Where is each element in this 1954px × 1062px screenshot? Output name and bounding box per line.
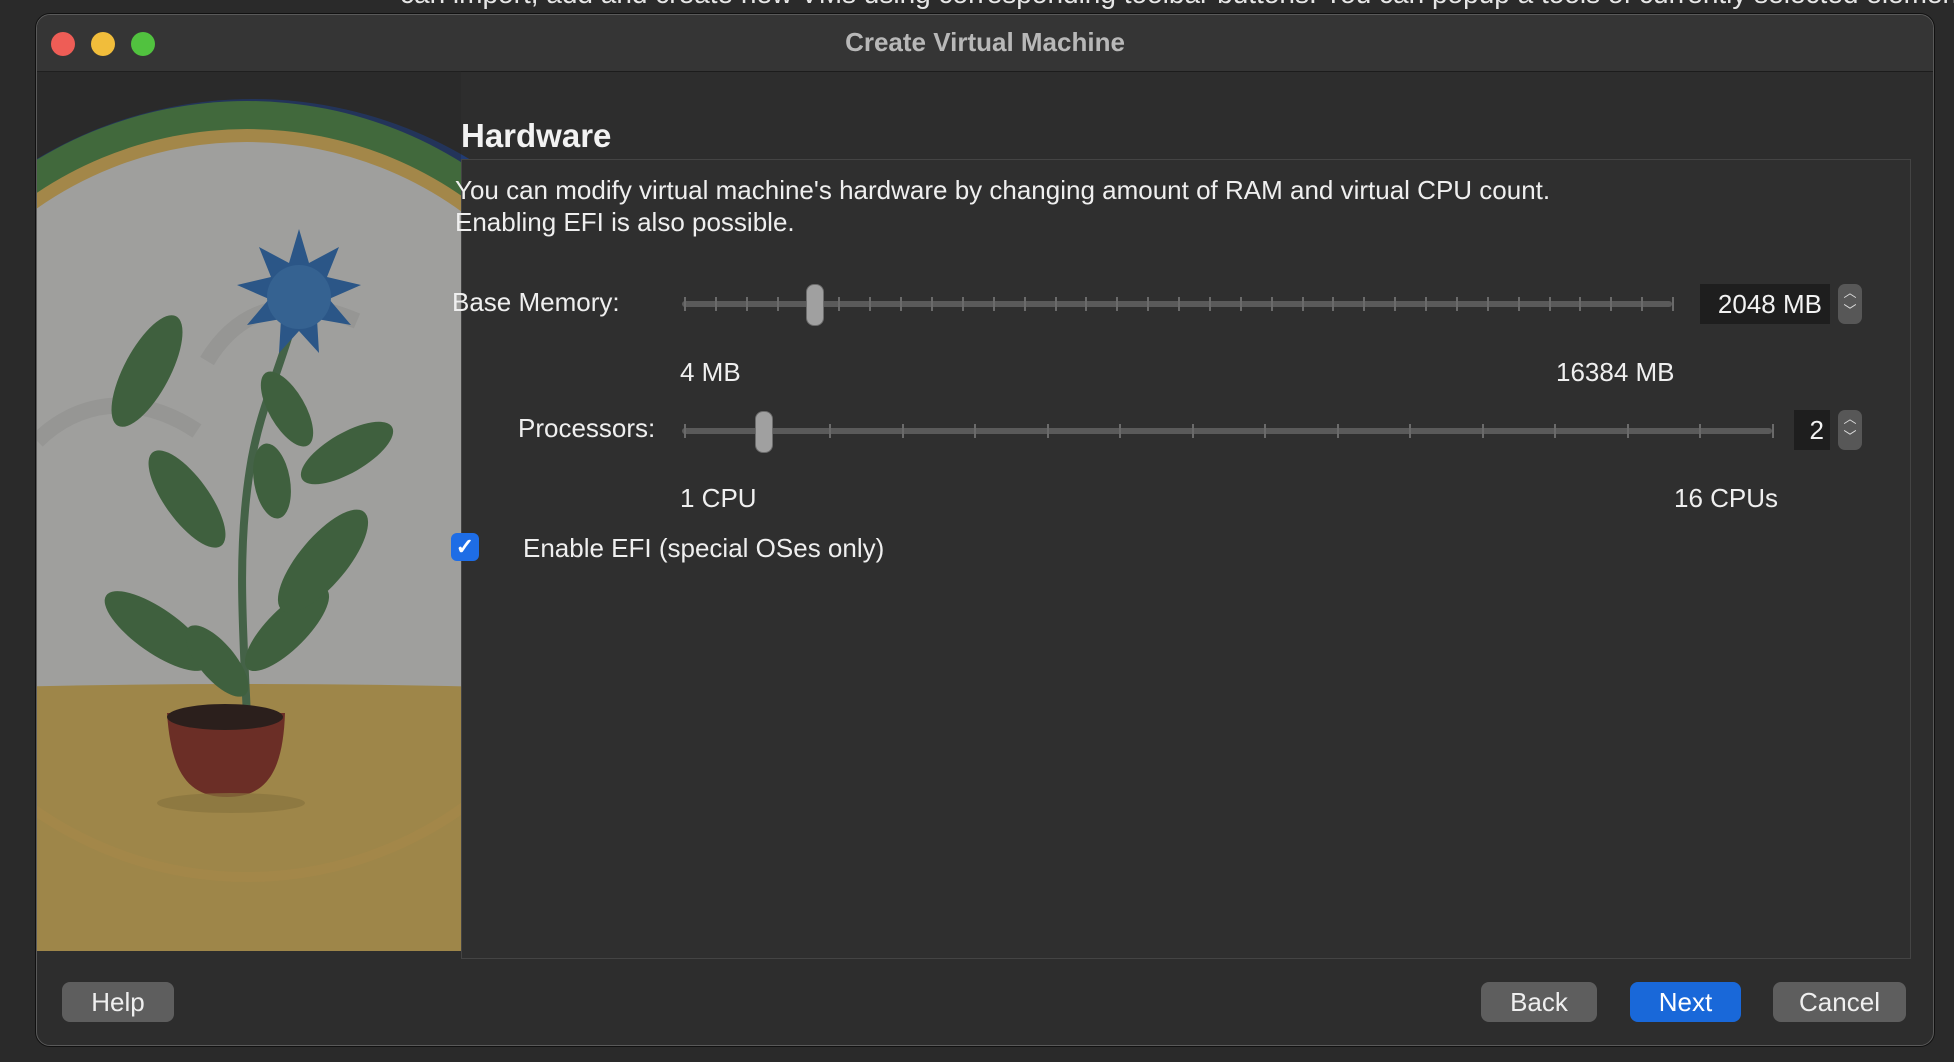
memory-slider-tick bbox=[1579, 297, 1582, 311]
processor-slider-tick bbox=[1481, 424, 1484, 438]
memory-slider-tick bbox=[1178, 297, 1180, 311]
processors-slider[interactable] bbox=[682, 428, 1772, 434]
processor-slider-tick bbox=[1409, 424, 1412, 438]
base-memory-input[interactable]: 2048 MB bbox=[1700, 284, 1830, 324]
memory-slider-tick bbox=[869, 297, 872, 311]
processor-slider-tick bbox=[974, 424, 977, 438]
memory-slider-tick bbox=[1517, 297, 1520, 311]
create-vm-window: Create Virtual Machine Hardware bbox=[36, 14, 1934, 1046]
background-text: can import, add and create new VMs using… bbox=[400, 0, 1954, 10]
processor-slider-tick bbox=[1772, 424, 1774, 438]
processors-input[interactable]: 2 bbox=[1794, 410, 1830, 450]
illustration-overlay bbox=[37, 71, 461, 951]
memory-slider-tick bbox=[961, 297, 964, 311]
base-memory-label: Base Memory: bbox=[452, 287, 620, 317]
memory-slider-tick bbox=[1085, 297, 1088, 311]
base-memory-min-label: 4 MB bbox=[680, 357, 741, 387]
memory-slider-tick bbox=[1147, 297, 1150, 311]
memory-slider-tick bbox=[1610, 297, 1613, 311]
processor-slider-tick bbox=[1699, 424, 1702, 438]
processor-slider-tick bbox=[1191, 424, 1194, 438]
description-line-1: You can modify virtual machine's hardwar… bbox=[455, 175, 1551, 205]
processor-slider-tick bbox=[1046, 424, 1049, 438]
cancel-button[interactable]: Cancel bbox=[1773, 982, 1906, 1022]
chevron-down-icon[interactable]: ﹀ bbox=[1838, 428, 1862, 446]
memory-slider-tick bbox=[1548, 297, 1551, 311]
memory-slider-tick bbox=[1301, 297, 1304, 311]
memory-slider-tick bbox=[1054, 297, 1057, 311]
memory-slider-tick bbox=[1332, 297, 1335, 311]
memory-slider-tick bbox=[992, 297, 995, 311]
processor-slider-tick bbox=[1554, 424, 1557, 438]
memory-slider-tick bbox=[900, 297, 903, 311]
processor-slider-tick bbox=[829, 424, 832, 438]
processors-max-label: 16 CPUs bbox=[1674, 483, 1779, 513]
titlebar: Create Virtual Machine bbox=[37, 15, 1933, 72]
memory-slider-tick bbox=[1208, 297, 1211, 311]
hardware-description: You can modify virtual machine's hardwar… bbox=[455, 174, 1550, 238]
memory-slider-tick bbox=[1116, 297, 1119, 311]
memory-slider-tick bbox=[931, 297, 933, 311]
efi-checkbox[interactable]: ✓ bbox=[451, 533, 479, 561]
memory-slider-tick bbox=[1425, 297, 1427, 311]
next-button[interactable]: Next bbox=[1630, 982, 1741, 1022]
memory-slider-tick bbox=[1455, 297, 1458, 311]
memory-slider-tick bbox=[1641, 297, 1644, 311]
processor-slider-tick bbox=[1626, 424, 1629, 438]
processors-slider-thumb[interactable] bbox=[755, 411, 773, 453]
memory-slider-tick bbox=[838, 297, 841, 311]
memory-slider-tick bbox=[776, 297, 779, 311]
processor-slider-tick bbox=[901, 424, 904, 438]
chevron-down-icon[interactable]: ﹀ bbox=[1838, 302, 1862, 320]
processor-slider-tick bbox=[1119, 424, 1122, 438]
base-memory-slider-thumb[interactable] bbox=[806, 284, 824, 326]
processor-slider-tick bbox=[684, 424, 686, 438]
memory-slider-tick bbox=[1023, 297, 1026, 311]
chevron-up-icon[interactable]: ︿ bbox=[1838, 410, 1862, 428]
memory-slider-tick bbox=[714, 297, 717, 311]
memory-slider-tick bbox=[1363, 297, 1366, 311]
memory-slider-tick bbox=[1270, 297, 1273, 311]
memory-slider-tick bbox=[745, 297, 748, 311]
processor-slider-tick bbox=[1336, 424, 1339, 438]
memory-slider-tick bbox=[684, 297, 686, 311]
back-button[interactable]: Back bbox=[1481, 982, 1597, 1022]
base-memory-slider[interactable] bbox=[682, 301, 1672, 307]
help-button[interactable]: Help bbox=[62, 982, 174, 1022]
base-memory-max-label: 16384 MB bbox=[1556, 357, 1675, 387]
checkmark-icon: ✓ bbox=[455, 534, 475, 559]
processors-min-label: 1 CPU bbox=[680, 483, 757, 513]
efi-label[interactable]: Enable EFI (special OSes only) bbox=[523, 533, 884, 564]
memory-slider-tick bbox=[1486, 297, 1489, 311]
window-title: Create Virtual Machine bbox=[845, 27, 1125, 57]
description-line-2: Enabling EFI is also possible. bbox=[455, 207, 795, 237]
section-title: Hardware bbox=[461, 117, 612, 154]
processors-label: Processors: bbox=[518, 413, 656, 443]
processor-slider-tick bbox=[1264, 424, 1267, 438]
processors-stepper[interactable]: ︿ ﹀ bbox=[1838, 410, 1862, 450]
base-memory-stepper[interactable]: ︿ ﹀ bbox=[1838, 284, 1862, 324]
memory-slider-tick bbox=[1672, 297, 1674, 311]
memory-slider-tick bbox=[1239, 297, 1242, 311]
chevron-up-icon[interactable]: ︿ bbox=[1838, 284, 1862, 302]
memory-slider-tick bbox=[1394, 297, 1397, 311]
